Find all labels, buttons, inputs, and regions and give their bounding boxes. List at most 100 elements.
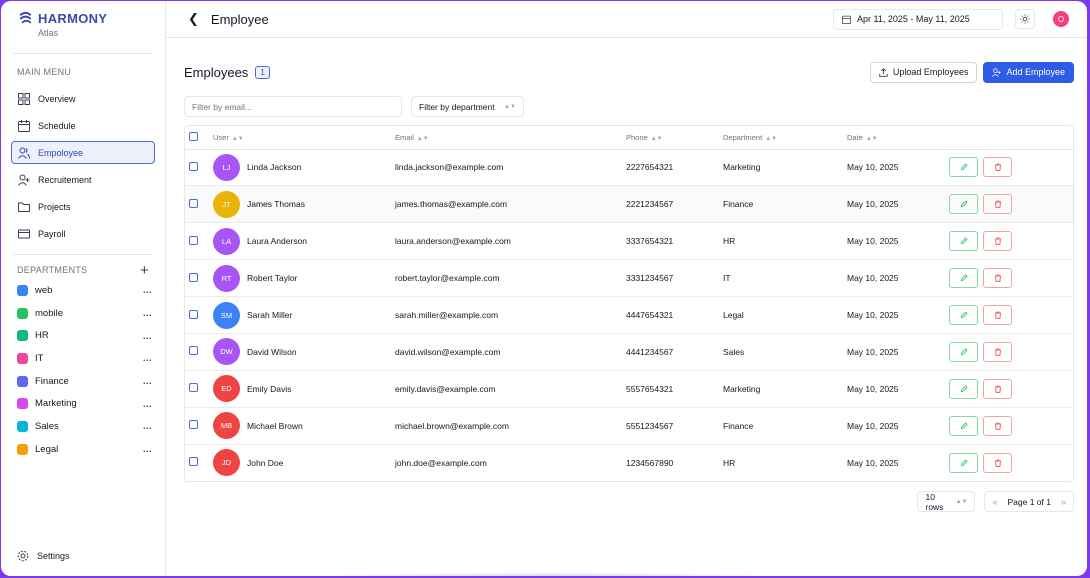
row-checkbox[interactable] <box>189 346 198 356</box>
delete-button[interactable] <box>983 305 1012 325</box>
date-range-picker[interactable]: Apr 11, 2025 - May 11, 2025 <box>833 8 1003 30</box>
column-header-date[interactable]: Date ▲▼ <box>847 126 949 150</box>
department-color-swatch <box>17 330 28 342</box>
user-plus-icon <box>992 67 1002 77</box>
row-actions <box>949 341 1073 362</box>
department-item-mobile[interactable]: mobile ... <box>1 302 165 325</box>
column-header-email[interactable]: Email ▲▼ <box>395 126 626 150</box>
delete-button[interactable] <box>983 231 1012 252</box>
table-row[interactable]: DW David Wilson david.wilson@example.com… <box>185 333 1073 371</box>
table-row[interactable]: RT Robert Taylor robert.taylor@example.c… <box>185 259 1073 298</box>
table-row[interactable]: JD John Doe john.doe@example.com 1234567… <box>185 444 1073 481</box>
trash-icon <box>994 311 1001 319</box>
table-row[interactable]: JT James Thomas james.thomas@example.com… <box>185 185 1073 224</box>
add-employee-button[interactable]: Add Employee <box>983 61 1074 83</box>
settings-label: Settings <box>37 551 70 561</box>
column-header-user[interactable]: User ▲▼ <box>209 126 395 150</box>
department-filter-select[interactable]: Filter by department ▲▼ <box>411 96 524 117</box>
delete-button[interactable] <box>983 378 1012 399</box>
department-item-web[interactable]: web ... <box>1 279 165 302</box>
brand[interactable]: HARMONY Atlas <box>1 1 165 53</box>
user-avatar[interactable]: O <box>1053 11 1069 27</box>
table-header-row: User ▲▼ Email ▲▼ Phone ▲▼ Department ▲▼ Date… <box>185 126 1073 150</box>
theme-toggle-button[interactable] <box>1015 9 1035 29</box>
pencil-icon <box>960 459 968 466</box>
edit-button[interactable] <box>949 157 978 178</box>
department-item-legal[interactable]: Legal ... <box>1 438 165 461</box>
sidebar-item-schedule[interactable]: Schedule <box>11 114 155 137</box>
main-menu-label-text: MAIN MENU <box>17 67 72 77</box>
delete-button[interactable] <box>983 415 1012 436</box>
sidebar-item-employee[interactable]: Empoloyee <box>11 141 155 164</box>
email-cell: linda.jackson@example.com <box>395 149 626 187</box>
row-checkbox[interactable] <box>189 309 198 319</box>
previous-page-icon[interactable]: « <box>992 497 997 507</box>
edit-button[interactable] <box>949 452 978 473</box>
edit-button[interactable] <box>949 415 978 436</box>
add-department-icon[interactable]: + <box>140 263 149 278</box>
more-options-icon[interactable]: ... <box>143 331 152 341</box>
sidebar-item-projects[interactable]: Projects <box>11 195 155 218</box>
delete-button[interactable] <box>983 157 1012 178</box>
rows-per-page-select[interactable]: 10 rows ▲▼ <box>917 491 976 513</box>
more-options-icon[interactable]: ... <box>143 353 152 363</box>
table-row[interactable]: ED Emily Davis emily.davis@example.com 5… <box>185 370 1073 408</box>
edit-button[interactable] <box>949 341 978 362</box>
more-options-icon[interactable]: ... <box>143 421 152 431</box>
department-item-sales[interactable]: Sales ... <box>1 415 165 438</box>
department-item-finance[interactable]: Finance ... <box>1 370 165 393</box>
department-item-marketing[interactable]: Marketing ... <box>1 392 165 415</box>
edit-button[interactable] <box>949 268 978 289</box>
sidebar-item-settings[interactable]: Settings <box>11 546 76 566</box>
more-options-icon[interactable]: ... <box>143 308 152 318</box>
delete-button[interactable] <box>983 194 1012 215</box>
table-row[interactable]: SM Sarah Miller sarah.miller@example.com… <box>185 296 1073 334</box>
row-actions <box>949 231 1073 252</box>
sidebar-item-payroll[interactable]: Payroll <box>11 222 155 245</box>
date-cell: May 10, 2025 <box>847 149 949 187</box>
select-all-checkbox[interactable] <box>189 131 198 141</box>
row-checkbox[interactable] <box>189 272 198 282</box>
trash-icon <box>994 274 1001 282</box>
row-checkbox[interactable] <box>189 420 198 430</box>
back-chevron-icon[interactable]: ❮ <box>188 11 199 27</box>
next-page-icon[interactable]: » <box>1061 497 1066 507</box>
row-checkbox[interactable] <box>189 235 198 245</box>
more-options-icon[interactable]: ... <box>143 376 152 386</box>
edit-button[interactable] <box>949 194 978 215</box>
table-row[interactable]: MB Michael Brown michael.brown@example.c… <box>185 407 1073 445</box>
department-name: web <box>35 284 53 296</box>
edit-button[interactable] <box>949 231 978 252</box>
department-item-hr[interactable]: HR ... <box>1 324 165 347</box>
delete-button[interactable] <box>983 452 1012 473</box>
more-options-icon[interactable]: ... <box>143 285 152 295</box>
row-checkbox[interactable] <box>189 383 198 393</box>
department-color-swatch <box>17 420 28 432</box>
department-color-swatch <box>17 443 28 455</box>
row-checkbox[interactable] <box>189 161 198 171</box>
table-row[interactable]: LA Laura Anderson laura.anderson@example… <box>185 222 1073 261</box>
delete-button[interactable] <box>983 268 1012 289</box>
department-item-it[interactable]: IT ... <box>1 347 165 370</box>
edit-button[interactable] <box>949 378 978 399</box>
table-row[interactable]: LJ Linda Jackson linda.jackson@example.c… <box>185 149 1073 187</box>
trash-icon <box>994 348 1001 356</box>
sidebar-item-recruitement[interactable]: Recruitement <box>11 168 155 191</box>
user-name: Linda Jackson <box>247 162 302 173</box>
sidebar-item-overview[interactable]: Overview <box>11 87 155 110</box>
more-options-icon[interactable]: ... <box>143 399 152 409</box>
filters-bar: Filter by department ▲▼ <box>184 96 1074 117</box>
row-checkbox[interactable] <box>189 457 198 467</box>
column-header-phone[interactable]: Phone ▲▼ <box>626 126 723 150</box>
upload-employees-button[interactable]: Upload Employees <box>869 61 978 83</box>
email-cell: robert.taylor@example.com <box>395 259 626 298</box>
email-filter-input[interactable] <box>184 96 402 117</box>
more-options-icon[interactable]: ... <box>143 444 152 454</box>
row-checkbox[interactable] <box>189 198 198 208</box>
delete-button[interactable] <box>983 341 1012 362</box>
sidebar-item-label: Schedule <box>38 120 76 131</box>
column-header-department[interactable]: Department ▲▼ <box>723 126 847 150</box>
edit-button[interactable] <box>949 305 978 325</box>
user-name: David Wilson <box>247 346 297 357</box>
user-avatar: JD <box>213 449 240 477</box>
